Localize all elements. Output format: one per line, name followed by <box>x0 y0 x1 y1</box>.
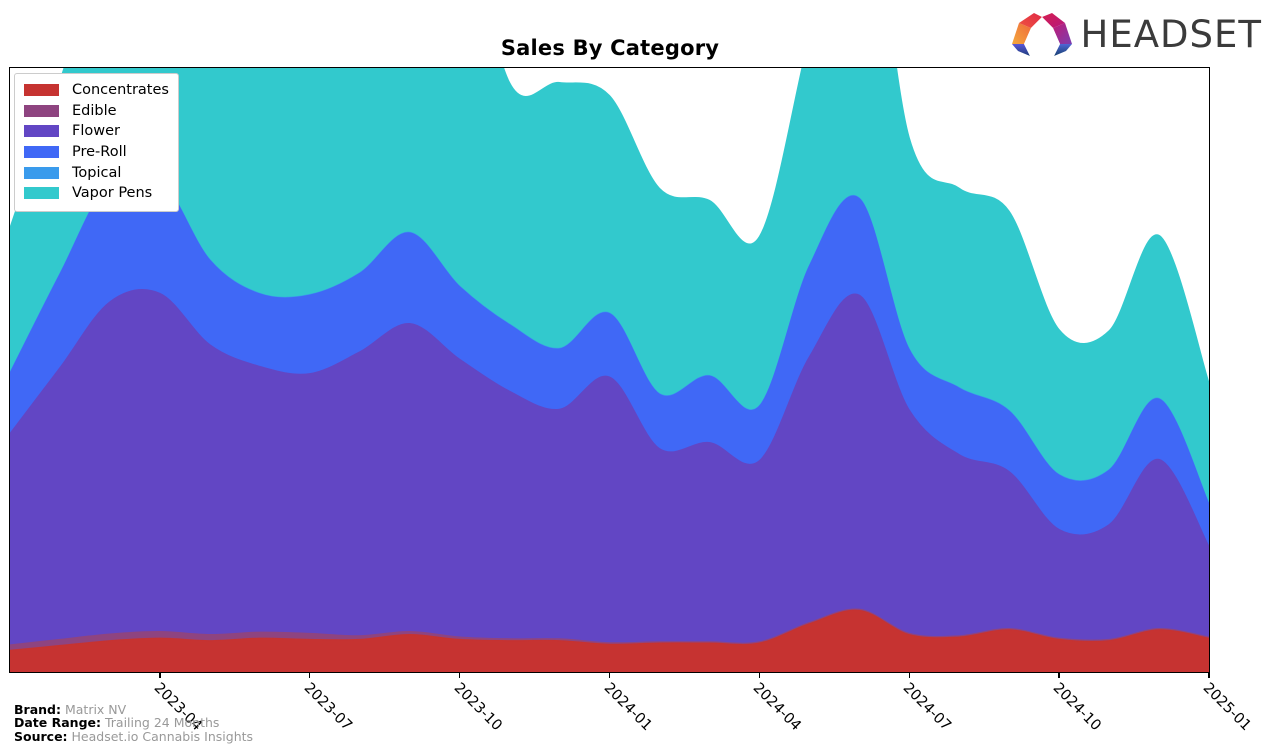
x-axis-tick <box>908 673 910 678</box>
legend-color-swatch <box>24 84 59 97</box>
legend-item-label: Topical <box>72 164 122 181</box>
x-axis-tick-label: 2025-01 <box>1199 680 1254 735</box>
legend-item-label: Vapor Pens <box>72 185 153 202</box>
x-axis-tick <box>1208 673 1210 678</box>
legend-item[interactable]: Concentrates <box>24 80 169 101</box>
footer-label: Date Range: <box>14 715 101 731</box>
x-axis-tick <box>608 673 611 678</box>
x-axis-tick-label: 2024-07 <box>899 680 955 735</box>
x-axis-tick <box>758 673 761 678</box>
footer-value: Trailing 24 Months <box>104 715 220 731</box>
legend-item-label: Pre-Roll <box>72 144 127 161</box>
legend-color-swatch <box>24 146 59 159</box>
chart-legend: Concentrates Edible Flower Pre-Roll Topical V… <box>14 73 179 212</box>
x-axis-tick <box>309 673 311 678</box>
footer-row: Brand: Matrix NV <box>14 701 253 717</box>
chart-plot-area <box>9 67 1210 673</box>
legend-item[interactable]: Topical <box>24 162 169 183</box>
legend-color-swatch <box>24 125 59 138</box>
legend-item-label: Flower <box>72 123 120 140</box>
x-axis-tick <box>159 673 161 678</box>
legend-item[interactable]: Pre-Roll <box>24 142 169 163</box>
legend-item-label: Edible <box>72 102 117 119</box>
legend-item-label: Concentrates <box>72 82 169 99</box>
legend-item[interactable]: Flower <box>24 121 169 142</box>
legend-color-swatch <box>24 187 59 200</box>
chart-footer: Brand: Matrix NV Date Range: Trailing 24 … <box>14 701 253 744</box>
footer-row: Source: Headset.io Cannabis Insights <box>14 730 253 744</box>
x-axis-tick-label: 2024-04 <box>750 680 805 735</box>
x-axis-tick-label: 2024-01 <box>600 680 655 735</box>
x-axis-tick-label: 2024-10 <box>1049 680 1104 735</box>
x-axis-tick <box>458 673 461 678</box>
brand-logo-text: HEADSET <box>1080 12 1262 56</box>
x-axis-tick-label: 2023-07 <box>300 680 355 735</box>
legend-color-swatch <box>24 104 59 117</box>
footer-value: Matrix NV <box>64 701 127 717</box>
legend-color-swatch <box>24 166 59 179</box>
footer-label: Source: <box>14 729 68 745</box>
legend-item[interactable]: Vapor Pens <box>24 183 169 204</box>
x-axis-tick-label: 2023-10 <box>450 680 505 735</box>
x-axis-tick <box>1058 673 1060 678</box>
legend-item[interactable]: Edible <box>24 101 169 122</box>
footer-row: Date Range: Trailing 24 Months <box>14 716 253 730</box>
footer-label: Brand: <box>14 701 61 717</box>
stacked-area-chart <box>10 68 1209 672</box>
brand-logo: HEADSET <box>1011 11 1262 57</box>
headset-logo-icon <box>1011 13 1072 56</box>
footer-value: Headset.io Cannabis Insights <box>71 729 254 745</box>
